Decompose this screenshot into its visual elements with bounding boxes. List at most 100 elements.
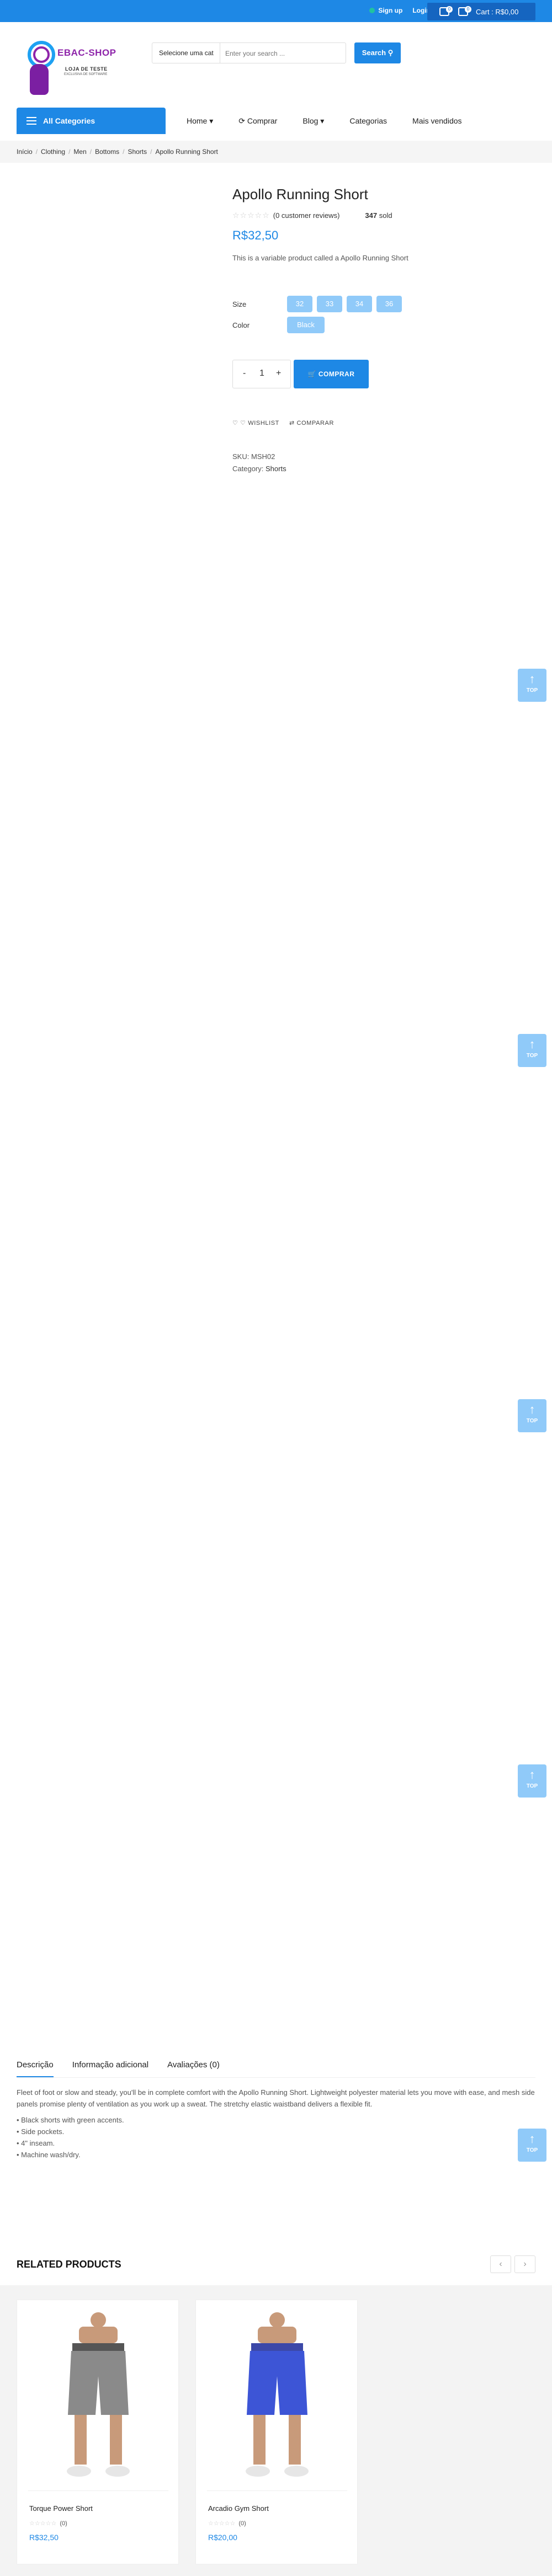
- wishlist-count-badge: 0: [446, 6, 453, 13]
- size-option[interactable]: 34: [347, 296, 372, 312]
- product-price: R$32,50: [232, 228, 279, 242]
- product-category: Category: Shorts: [232, 465, 286, 473]
- product-card[interactable]: Arcadio Gym Short ☆☆☆☆☆ (0) R$20,00: [195, 2300, 358, 2564]
- breadcrumb-bar: Início / Clothing / Men / Bottoms / Shorts / …: [0, 141, 552, 163]
- product-rating: ☆☆☆☆☆ (0 customer reviews) 347 sold: [232, 211, 392, 220]
- main-nav: All Categories Home ▾ ⟳ Comprar Blog ▾ C…: [0, 108, 552, 134]
- product-card-image[interactable]: [28, 2310, 168, 2487]
- color-option[interactable]: Black: [287, 317, 325, 333]
- product-title: Apollo Running Short: [232, 186, 368, 202]
- logo-subtitle-small: EXCLUSIVA DE SOFTWARE: [64, 73, 108, 76]
- cart-icon[interactable]: 0: [458, 6, 471, 16]
- tab-avaliacoes[interactable]: Avaliações (0): [167, 2052, 220, 2077]
- search-button[interactable]: Search ⚲: [354, 42, 401, 63]
- compare-button[interactable]: ⇄ COMPARAR: [289, 419, 334, 426]
- sold-count: 347 sold: [365, 211, 392, 220]
- arrow-up-icon: ↑: [529, 1037, 535, 1051]
- size-option[interactable]: 33: [317, 296, 342, 312]
- add-to-cart-button[interactable]: 🛒 COMPRAR: [294, 360, 369, 388]
- list-item: • Side pockets.: [17, 2127, 65, 2136]
- back-to-top-button[interactable]: ↑TOP: [518, 669, 546, 702]
- product-image[interactable]: [17, 182, 221, 469]
- list-item: • Machine wash/dry.: [17, 2151, 81, 2159]
- tab-descricao[interactable]: Descrição: [17, 2052, 54, 2077]
- description-list: • Black shorts with green accents. • Sid…: [17, 2114, 535, 2161]
- all-categories-button[interactable]: All Categories: [17, 108, 166, 134]
- search-category-select[interactable]: Selecione uma cat: [159, 49, 214, 57]
- product-actions: ♡ ♡ WISHLIST ⇄ COMPARAR: [232, 419, 334, 426]
- top-bar: Sign up Login 0 0 Cart : R$0,00: [0, 0, 552, 22]
- nav-item-mais-vendidos[interactable]: Mais vendidos: [412, 116, 462, 126]
- logo-hand-icon: [30, 64, 49, 95]
- shorts-shape: [68, 2351, 129, 2415]
- breadcrumb-item[interactable]: Bottoms: [95, 148, 119, 156]
- search-bar: Selecione uma cat: [152, 42, 346, 63]
- menu-icon: [26, 117, 36, 125]
- site-logo[interactable]: EBAC-SHOP LOJA DE TESTE EXCLUSIVA DE SOF…: [23, 39, 123, 95]
- search-input[interactable]: [225, 47, 341, 60]
- cart-total[interactable]: Cart : R$0,00: [476, 8, 518, 16]
- heart-icon: ♡: [232, 420, 238, 426]
- logo-brand: EBAC-SHOP: [57, 47, 116, 58]
- related-products-title: RELATED PRODUCTS: [17, 2259, 121, 2270]
- back-to-top-button[interactable]: ↑TOP: [518, 1034, 546, 1067]
- tab-informacao-adicional[interactable]: Informação adicional: [72, 2052, 148, 2077]
- back-to-top-button[interactable]: ↑TOP: [518, 1399, 546, 1432]
- heart-icon: ♡: [240, 420, 246, 426]
- carousel-next-button[interactable]: ›: [514, 2255, 535, 2273]
- signup-icon: [369, 8, 375, 13]
- carousel-prev-button[interactable]: ‹: [490, 2255, 511, 2273]
- product-card-price: R$20,00: [208, 2533, 237, 2542]
- size-label: Size: [232, 300, 247, 308]
- description-paragraph: Fleet of foot or slow and steady, you'll…: [17, 2088, 535, 2108]
- breadcrumb-item[interactable]: Clothing: [41, 148, 65, 156]
- back-to-top-button[interactable]: ↑TOP: [518, 1764, 546, 1798]
- category-link[interactable]: Shorts: [266, 465, 286, 473]
- product-card-image[interactable]: [207, 2310, 347, 2487]
- quantity-stepper: - 1 +: [232, 360, 291, 388]
- search-icon: ⚲: [388, 49, 394, 57]
- arrow-up-icon: ↑: [529, 672, 535, 686]
- heart-icon[interactable]: 0: [439, 6, 453, 16]
- breadcrumb: Início / Clothing / Men / Bottoms / Shorts / …: [17, 148, 218, 156]
- reviews-link[interactable]: (0 customer reviews): [273, 211, 340, 220]
- qty-value[interactable]: 1: [259, 369, 264, 378]
- product-card-name[interactable]: Arcadio Gym Short: [208, 2504, 269, 2513]
- product-card[interactable]: Torque Power Short ☆☆☆☆☆ (0) R$32,50: [17, 2300, 179, 2564]
- nav-item-categorias[interactable]: Categorias: [349, 116, 387, 126]
- product-card-rating: ☆☆☆☆☆ (0): [29, 2520, 67, 2527]
- product-short-description: This is a variable product called a Apol…: [232, 254, 408, 262]
- product-sku: SKU: MSH02: [232, 452, 275, 461]
- rating-stars: ☆☆☆☆☆: [232, 211, 270, 220]
- breadcrumb-item[interactable]: Início: [17, 148, 33, 156]
- logo-inner-ring-icon: [33, 46, 50, 63]
- refresh-icon: ⟳: [238, 116, 246, 125]
- signup-link[interactable]: Sign up: [369, 7, 402, 14]
- list-item: • 4" inseam.: [17, 2139, 55, 2147]
- breadcrumb-item[interactable]: Shorts: [128, 148, 147, 156]
- arrow-up-icon: ↑: [529, 1768, 535, 1782]
- size-option[interactable]: 36: [376, 296, 402, 312]
- product-card-rating: ☆☆☆☆☆ (0): [208, 2520, 246, 2527]
- cart-summary[interactable]: 0 0 Cart : R$0,00: [427, 3, 535, 20]
- product-card-name[interactable]: Torque Power Short: [29, 2504, 93, 2513]
- nav-item-comprar[interactable]: ⟳ Comprar: [238, 116, 277, 126]
- compare-icon: ⇄: [289, 420, 295, 426]
- logo-subtitle: LOJA DE TESTE: [65, 66, 108, 72]
- nav-item-home[interactable]: Home ▾: [187, 116, 213, 126]
- tab-description-content: Fleet of foot or slow and steady, you'll…: [17, 2087, 535, 2161]
- breadcrumb-current: Apollo Running Short: [155, 148, 218, 156]
- product-tabs: Descrição Informação adicional Avaliaçõe…: [17, 2052, 535, 2078]
- nav-item-blog[interactable]: Blog ▾: [302, 116, 324, 126]
- product-card-price: R$32,50: [29, 2533, 59, 2542]
- nav-items: Home ▾ ⟳ Comprar Blog ▾ Categorias Mais …: [187, 116, 487, 126]
- qty-plus-button[interactable]: +: [276, 369, 281, 378]
- size-option[interactable]: 32: [287, 296, 312, 312]
- carousel-controls: ‹ ›: [490, 2255, 535, 2273]
- account-links: Sign up Login: [369, 7, 431, 14]
- wishlist-button[interactable]: ♡ ♡ WISHLIST: [232, 419, 279, 426]
- shorts-shape: [247, 2351, 307, 2415]
- breadcrumb-item[interactable]: Men: [73, 148, 86, 156]
- qty-minus-button[interactable]: -: [243, 369, 246, 378]
- chevron-down-icon: ▾: [209, 116, 214, 125]
